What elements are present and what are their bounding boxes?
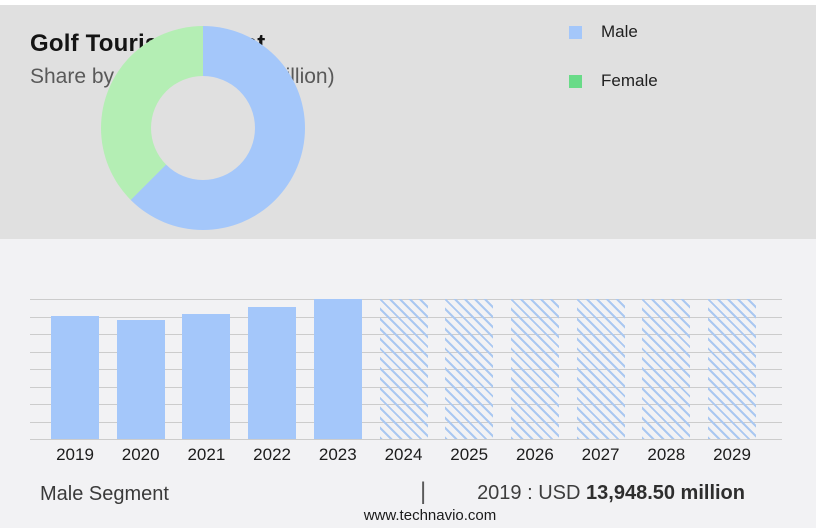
male-swatch-square-icon: [569, 25, 582, 39]
x-axis-label-2022: 2022: [253, 445, 291, 464]
x-axis-label-2019: 2019: [56, 445, 94, 464]
gridline: [30, 439, 782, 440]
infographic-root: Golf Tourism Market Share by End-user (U…: [0, 0, 816, 528]
forecast-bar-2025: [445, 299, 494, 439]
header-panel: Golf Tourism Market Share by End-user (U…: [0, 5, 816, 239]
x-axis-labels: 2019 2020 2021 2022 2023 2024 2025 2026 2027 2028…: [30, 445, 782, 467]
x-axis-label-2029: 2029: [713, 445, 751, 464]
x-axis-label-2023: 2023: [318, 445, 357, 464]
female-swatch-square-icon: [569, 74, 582, 88]
legend-label-male: Male: [601, 22, 638, 41]
website-url: www.technavio.com: [363, 507, 497, 524]
chart-panel: 2019 2020 2021 2022 2023 2024 2025 2026 2027 2028…: [0, 239, 816, 528]
stat-prefix: 2019 : USD: [477, 482, 581, 504]
bar-2023: [313, 299, 362, 439]
stat-number: 13,948.50 million: [586, 482, 745, 504]
segment-label: Male Segment: [40, 483, 169, 505]
x-axis-label-2024: 2024: [384, 445, 423, 464]
bar-2022: [248, 307, 297, 439]
legend-item-male: Male: [569, 19, 658, 45]
stat-value: 2019 : USD 13,948.50 million: [477, 482, 745, 505]
x-axis-label-2028: 2028: [647, 445, 686, 464]
forecast-bar-2028: [642, 299, 691, 439]
forecast-bar-2024: [379, 299, 428, 439]
forecast-bar-2027: [576, 299, 625, 439]
forecast-bar-2026: [510, 299, 559, 439]
bar-chart-plot: [30, 299, 782, 440]
bar-2020: [116, 320, 165, 439]
donut-chart: [101, 26, 305, 230]
separator-pipe: |: [420, 478, 427, 505]
bar-2021: [182, 314, 231, 439]
x-axis-label-2021: 2021: [187, 445, 226, 464]
x-axis-label-2027: 2027: [581, 445, 620, 464]
legend-item-female: Female: [569, 68, 658, 94]
bar-2019: [51, 315, 99, 439]
legend-label-female: Female: [601, 71, 658, 90]
donut-hole: [151, 76, 255, 180]
x-axis-label-2020: 2020: [121, 445, 160, 464]
legend: Male Female: [569, 19, 658, 117]
x-axis-label-2026: 2026: [515, 445, 554, 464]
x-axis-label-2025: 2025: [450, 445, 489, 464]
forecast-bar-2029: [708, 299, 756, 439]
